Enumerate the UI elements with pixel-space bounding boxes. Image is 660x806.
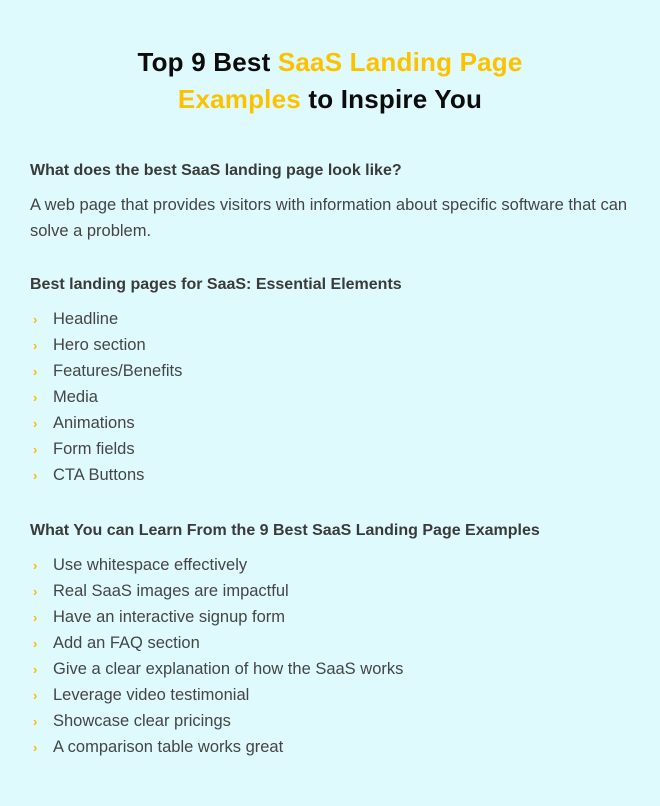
chevron-right-icon: › <box>33 687 38 703</box>
list-item: › CTA Buttons <box>30 462 630 488</box>
list-item: › Headline <box>30 306 630 332</box>
chevron-right-icon: › <box>33 363 38 379</box>
list-item-text: A comparison table works great <box>53 737 284 756</box>
list-item-text: Real SaaS images are impactful <box>53 581 289 600</box>
list-item-text: CTA Buttons <box>53 465 145 484</box>
list-item: › Media <box>30 384 630 410</box>
title-accent-2: Examples <box>177 84 301 114</box>
list-item: › Have an interactive signup form <box>30 604 630 630</box>
list-item-text: Hero section <box>53 335 146 354</box>
definition-paragraph: A web page that provides visitors with i… <box>30 196 628 240</box>
list-item-text: Form fields <box>53 439 135 458</box>
list-item-text: Give a clear explanation of how the SaaS… <box>53 659 404 678</box>
chevron-right-icon: › <box>33 389 38 405</box>
list-item-text: Add an FAQ section <box>53 633 200 652</box>
lessons-list: › Use whitespace effectively › Real SaaS i… <box>30 552 630 760</box>
essential-elements-list: › Headline › Hero section › Features/Benefi… <box>30 306 630 488</box>
chevron-right-icon: › <box>33 609 38 625</box>
chevron-right-icon: › <box>33 583 38 599</box>
section-heading: What You can Learn From the 9 Best SaaS … <box>30 522 540 539</box>
list-item: › Hero section <box>30 332 630 358</box>
list-item: › Leverage video testimonial <box>30 682 630 708</box>
chevron-right-icon: › <box>33 739 38 755</box>
chevron-right-icon: › <box>33 467 38 483</box>
list-item: › A comparison table works great <box>30 734 630 760</box>
section-lessons: What You can Learn From the 9 Best SaaS … <box>30 520 630 760</box>
title-part-2: to Inspire You <box>300 84 483 114</box>
chevron-right-icon: › <box>33 441 38 457</box>
chevron-right-icon: › <box>33 713 38 729</box>
section-heading: What does the best SaaS landing page loo… <box>30 162 402 179</box>
chevron-right-icon: › <box>33 557 38 573</box>
chevron-right-icon: › <box>33 661 38 677</box>
chevron-right-icon: › <box>33 311 38 327</box>
title-part-1: Top 9 Best <box>137 47 278 77</box>
list-item: › Animations <box>30 410 630 436</box>
section-essential-elements: Best landing pages for SaaS: Essential E… <box>30 274 630 488</box>
title-accent-1: SaaS Landing Page <box>277 47 523 77</box>
list-item: › Give a clear explanation of how the Saa… <box>30 656 630 682</box>
list-item-text: Have an interactive signup form <box>53 607 286 626</box>
list-item: › Use whitespace effectively <box>30 552 630 578</box>
list-item-text: Leverage video testimonial <box>53 685 250 704</box>
list-item: › Showcase clear pricings <box>30 708 630 734</box>
chevron-right-icon: › <box>33 337 38 353</box>
list-item-text: Use whitespace effectively <box>53 555 248 574</box>
section-definition: What does the best SaaS landing page loo… <box>30 160 630 244</box>
page-title: Top 9 Best SaaS Landing Page Examples to… <box>0 44 660 118</box>
section-heading: Best landing pages for SaaS: Essential E… <box>30 276 402 293</box>
list-item-text: Media <box>53 387 98 406</box>
list-item-text: Animations <box>53 413 135 432</box>
list-item-text: Headline <box>53 309 119 328</box>
list-item: › Features/Benefits <box>30 358 630 384</box>
chevron-right-icon: › <box>33 635 38 651</box>
list-item: › Form fields <box>30 436 630 462</box>
chevron-right-icon: › <box>33 415 38 431</box>
list-item: › Real SaaS images are impactful <box>30 578 630 604</box>
list-item-text: Features/Benefits <box>53 361 183 380</box>
list-item-text: Showcase clear pricings <box>53 711 231 730</box>
list-item: › Add an FAQ section <box>30 630 630 656</box>
